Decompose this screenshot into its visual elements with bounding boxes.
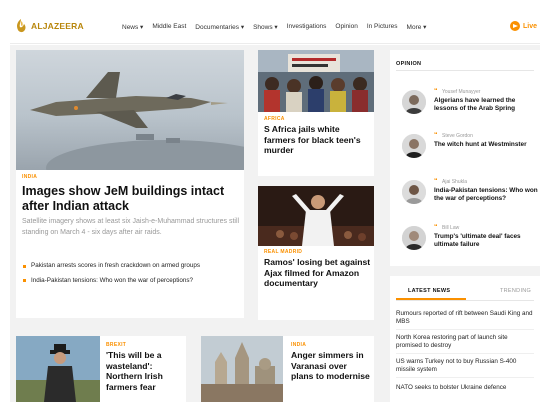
logo-wordmark: ALJAZEERA bbox=[31, 21, 84, 31]
author-avatar bbox=[402, 226, 426, 250]
active-tab-indicator bbox=[396, 298, 466, 300]
nav-item-in-pictures[interactable]: In Pictures bbox=[367, 23, 398, 31]
nav-item-shows[interactable]: Shows ▾ bbox=[253, 23, 278, 31]
news-item[interactable]: Rumours reported of rift between Saudi K… bbox=[396, 310, 534, 326]
quote-icon: “ bbox=[434, 132, 438, 139]
card-tag[interactable]: BREXIT bbox=[106, 342, 126, 348]
player-illustration bbox=[258, 186, 374, 246]
card-tag[interactable]: INDIA bbox=[291, 342, 306, 348]
related-link[interactable]: India-Pakistan tensions: Who won the war… bbox=[22, 277, 240, 286]
news-item[interactable]: North Korea restoring part of launch sit… bbox=[396, 334, 534, 350]
opinion-title[interactable]: Algerians have learned the lessons of th… bbox=[434, 97, 538, 114]
hero-tag[interactable]: INDIA bbox=[22, 174, 37, 180]
fighter-jet-illustration bbox=[30, 72, 244, 170]
opinion-item[interactable]: “ Yousef Munayyer Algerians have learned… bbox=[396, 88, 536, 128]
card-headline[interactable]: Ramos' losing bet against Ajax filmed fo… bbox=[264, 257, 372, 289]
live-button[interactable]: Live bbox=[510, 21, 537, 31]
author-avatar bbox=[402, 90, 426, 114]
nav-item-opinion[interactable]: Opinion bbox=[335, 23, 357, 31]
nav-item-investigations[interactable]: Investigations bbox=[287, 23, 327, 31]
author-avatar bbox=[402, 134, 426, 158]
site-header: ALJAZEERA News ▾ Middle East Documentari… bbox=[10, 12, 540, 44]
divider bbox=[396, 353, 534, 354]
opinion-title[interactable]: India-Pakistan tensions: Who won the war… bbox=[434, 187, 538, 204]
story-card-brexit[interactable]: BREXIT 'This will be a wasteland': North… bbox=[16, 336, 186, 402]
opinion-title[interactable]: Trump's 'ultimate deal' faces ultimate f… bbox=[434, 233, 538, 250]
opinion-author[interactable]: Yousef Munayyer bbox=[442, 89, 480, 95]
card-headline[interactable]: Anger simmers in Varanasi over plans to … bbox=[291, 350, 371, 382]
opinion-item[interactable]: “ Bill Law Trump's 'ultimate deal' faces… bbox=[396, 224, 536, 264]
author-avatar bbox=[402, 180, 426, 204]
hero-summary: Satellite imagery shows at least six Jai… bbox=[22, 218, 240, 236]
temple-illustration bbox=[201, 336, 283, 402]
live-label: Live bbox=[523, 22, 538, 30]
divider bbox=[396, 70, 534, 71]
opinion-title[interactable]: The witch hunt at Westminster bbox=[434, 141, 538, 149]
card-tag[interactable]: REAL MADRID bbox=[264, 249, 302, 255]
divider bbox=[396, 300, 534, 301]
card-tag[interactable]: AFRICA bbox=[264, 116, 285, 122]
news-item[interactable]: US warns Turkey not to buy Russian S-400… bbox=[396, 358, 534, 374]
opinion-author[interactable]: Steve Gordon bbox=[442, 133, 473, 139]
opinion-heading: OPINION bbox=[396, 61, 422, 67]
card-headline[interactable]: S Africa jails white farmers for black t… bbox=[264, 124, 372, 156]
protest-image[interactable] bbox=[258, 50, 374, 112]
opinion-item[interactable]: “ Ajai Shukla India-Pakistan tensions: W… bbox=[396, 178, 538, 218]
varanasi-image[interactable] bbox=[201, 336, 283, 402]
main-nav: News ▾ Middle East Documentaries ▾ Shows… bbox=[122, 23, 426, 31]
nav-item-middle-east[interactable]: Middle East bbox=[152, 23, 186, 31]
quote-icon: “ bbox=[434, 178, 438, 185]
site-logo[interactable]: ALJAZEERA bbox=[14, 18, 84, 34]
story-card-india[interactable]: INDIA Anger simmers in Varanasi over pla… bbox=[201, 336, 374, 402]
nav-item-documentaries[interactable]: Documentaries ▾ bbox=[195, 23, 244, 31]
live-play-icon bbox=[510, 21, 520, 31]
divider bbox=[396, 377, 534, 378]
related-link[interactable]: Pakistan arrests scores in fresh crackdo… bbox=[22, 262, 240, 271]
hero-story[interactable]: INDIA Images show JeM buildings intact a… bbox=[16, 50, 244, 318]
farmer-image[interactable] bbox=[16, 336, 100, 402]
browser-screenshot: ALJAZEERA News ▾ Middle East Documentari… bbox=[0, 0, 547, 402]
protest-illustration bbox=[258, 50, 374, 112]
story-card-africa[interactable]: AFRICA S Africa jails white farmers for … bbox=[258, 50, 374, 176]
nav-item-more[interactable]: More ▾ bbox=[407, 23, 427, 31]
tab-trending[interactable]: TRENDING bbox=[500, 288, 531, 294]
aljazeera-logo-icon bbox=[17, 19, 26, 33]
card-headline[interactable]: 'This will be a wasteland': Northern Iri… bbox=[106, 350, 184, 392]
story-card-real-madrid[interactable]: REAL MADRID Ramos' losing bet against Aj… bbox=[258, 186, 374, 320]
nav-item-news[interactable]: News ▾ bbox=[122, 23, 143, 31]
news-item[interactable]: NATO seeks to bolster Ukraine defence bbox=[396, 384, 534, 392]
quote-icon: “ bbox=[434, 224, 438, 231]
latest-news-panel: LATEST NEWS TRENDING Rumours reported of… bbox=[390, 276, 540, 402]
opinion-item[interactable]: “ Steve Gordon The witch hunt at Westmin… bbox=[396, 132, 536, 172]
farmer-illustration bbox=[16, 336, 100, 402]
related-links: Pakistan arrests scores in fresh crackdo… bbox=[22, 262, 240, 291]
fighter-jet-image[interactable] bbox=[16, 50, 244, 170]
opinion-author[interactable]: Bill Law bbox=[442, 225, 459, 231]
tab-latest-news[interactable]: LATEST NEWS bbox=[408, 288, 450, 294]
hero-headline[interactable]: Images show JeM buildings intact after I… bbox=[22, 184, 238, 214]
opinion-panel: OPINION “ Yousef Munayyer Algerians have… bbox=[390, 50, 540, 266]
opinion-author[interactable]: Ajai Shukla bbox=[442, 179, 467, 185]
football-player-image[interactable] bbox=[258, 186, 374, 246]
divider bbox=[396, 329, 534, 330]
quote-icon: “ bbox=[434, 88, 438, 95]
